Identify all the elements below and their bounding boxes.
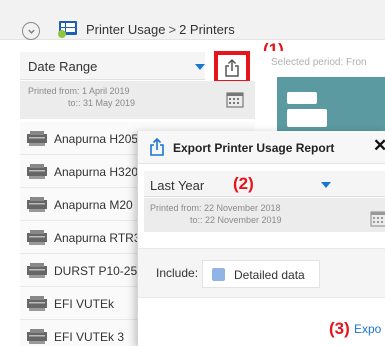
printer-usage-app-icon xyxy=(58,21,77,38)
printed-range-info: Printed from: 1 April 2019 to:: 31 May 2… xyxy=(20,81,255,119)
dialog-header: Export Printer Usage Report ✕ xyxy=(138,131,385,164)
printer-icon xyxy=(27,131,47,146)
export-icon xyxy=(150,137,164,156)
printer-icon xyxy=(27,296,47,311)
preview-shape xyxy=(287,92,317,104)
chevron-down-icon xyxy=(27,29,35,34)
breadcrumb-separator: > xyxy=(168,22,177,37)
date-range-select[interactable]: Date Range xyxy=(20,52,205,80)
close-icon[interactable]: ✕ xyxy=(373,136,385,156)
printer-name: EFI VUTEk 3 xyxy=(54,330,125,344)
breadcrumb: Printer Usage >2 Printers xyxy=(86,22,235,37)
include-row: Include: Detailed data xyxy=(138,248,385,298)
dialog-title: Export Printer Usage Report xyxy=(173,141,335,155)
detailed-data-label: Detailed data xyxy=(234,268,305,282)
export-icon xyxy=(225,58,239,77)
printer-name: Anapurna H205 xyxy=(54,132,139,146)
printer-name: Anapurna RTR3 xyxy=(54,231,141,245)
printed-to-text: to:: 22 November 2019 xyxy=(190,215,282,225)
expand-button[interactable] xyxy=(22,22,40,40)
calendar-icon[interactable] xyxy=(226,92,244,108)
printer-name: Anapurna M20 xyxy=(54,198,133,212)
dialog-printed-range: Printed from: 22 November 2018 to:: 22 N… xyxy=(144,198,385,232)
breadcrumb-app[interactable]: Printer Usage xyxy=(86,22,165,37)
export-button[interactable] xyxy=(214,51,250,84)
printed-to-text: to:: 31 May 2019 xyxy=(68,98,136,108)
printed-from-text: Printed from: 22 November 2018 xyxy=(150,203,281,213)
calendar-icon[interactable] xyxy=(370,211,385,227)
export-dialog: Export Printer Usage Report ✕ Last Year … xyxy=(137,131,385,346)
selected-period-label: Selected period: Fron xyxy=(271,57,367,68)
top-bar: Printer Usage >2 Printers xyxy=(0,0,385,40)
preview-shape xyxy=(287,109,327,127)
annotation-step-2: (2) xyxy=(233,174,254,193)
printer-name: Anapurna H320 xyxy=(54,165,139,179)
date-range-value: Date Range xyxy=(28,59,98,74)
printer-icon xyxy=(27,329,47,344)
breadcrumb-current: 2 Printers xyxy=(179,22,235,37)
period-select[interactable]: Last Year xyxy=(144,171,385,197)
annotation-step-3: (3) xyxy=(329,319,350,338)
export-link[interactable]: Expo xyxy=(354,322,381,336)
printed-from-text: Printed from: 1 April 2019 xyxy=(28,86,130,96)
printer-icon xyxy=(27,164,47,179)
printer-icon xyxy=(27,263,47,278)
detailed-data-option[interactable]: Detailed data xyxy=(202,260,320,288)
printer-name: EFI VUTEk xyxy=(54,297,115,311)
period-value: Last Year xyxy=(150,178,205,193)
printer-icon xyxy=(27,230,47,245)
dropdown-caret-icon xyxy=(321,182,331,188)
checkbox[interactable] xyxy=(212,268,225,281)
printer-icon xyxy=(27,197,47,212)
dropdown-caret-icon xyxy=(195,64,205,70)
printer-name: DURST P10-25 xyxy=(54,264,138,278)
include-label: Include: xyxy=(156,266,199,280)
